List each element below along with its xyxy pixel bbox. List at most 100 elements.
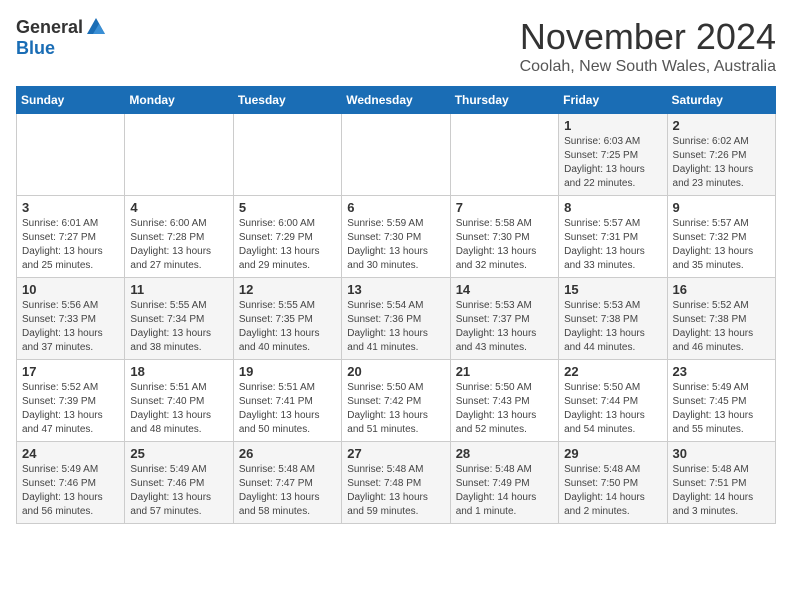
calendar-day-cell: 20 Sunrise: 5:50 AM Sunset: 7:42 PM Dayli…	[342, 360, 450, 442]
weekday-header: Monday	[125, 87, 233, 114]
day-info: Sunrise: 5:50 AM Sunset: 7:42 PM Dayligh…	[347, 381, 444, 437]
day-number: 13	[347, 282, 444, 297]
day-info: Sunrise: 5:51 AM Sunset: 7:40 PM Dayligh…	[130, 381, 227, 437]
day-info: Sunrise: 5:56 AM Sunset: 7:33 PM Dayligh…	[22, 299, 119, 355]
day-number: 20	[347, 364, 444, 379]
calendar-day-cell: 23 Sunrise: 5:49 AM Sunset: 7:45 PM Dayli…	[667, 360, 775, 442]
day-info: Sunrise: 5:51 AM Sunset: 7:41 PM Dayligh…	[239, 381, 336, 437]
day-info: Sunrise: 5:54 AM Sunset: 7:36 PM Dayligh…	[347, 299, 444, 355]
calendar-day-cell: 28Sunrise: 5:48 AM Sunset: 7:49 PM Dayli…	[450, 442, 558, 524]
weekday-header: Saturday	[667, 87, 775, 114]
day-info: Sunrise: 6:01 AM Sunset: 7:27 PM Dayligh…	[22, 217, 119, 273]
calendar-day-cell	[450, 114, 558, 196]
day-info: Sunrise: 5:48 AM Sunset: 7:47 PM Dayligh…	[239, 463, 336, 519]
day-info: Sunrise: 5:48 AM Sunset: 7:51 PM Dayligh…	[673, 463, 770, 519]
calendar-day-cell: 3 Sunrise: 6:01 AM Sunset: 7:27 PM Daylig…	[17, 196, 125, 278]
day-info: Sunrise: 5:58 AM Sunset: 7:30 PM Dayligh…	[456, 217, 553, 273]
day-info: Sunrise: 5:55 AM Sunset: 7:34 PM Dayligh…	[130, 299, 227, 355]
day-number: 23	[673, 364, 770, 379]
day-number: 30	[673, 446, 770, 461]
calendar-day-cell: 10 Sunrise: 5:56 AM Sunset: 7:33 PM Dayli…	[17, 278, 125, 360]
weekday-header: Thursday	[450, 87, 558, 114]
day-number: 16	[673, 282, 770, 297]
calendar-day-cell: 4 Sunrise: 6:00 AM Sunset: 7:28 PM Daylig…	[125, 196, 233, 278]
day-info: Sunrise: 5:52 AM Sunset: 7:39 PM Dayligh…	[22, 381, 119, 437]
calendar-day-cell: 11 Sunrise: 5:55 AM Sunset: 7:34 PM Dayli…	[125, 278, 233, 360]
day-number: 19	[239, 364, 336, 379]
day-number: 25	[130, 446, 227, 461]
calendar-day-cell	[125, 114, 233, 196]
day-number: 26	[239, 446, 336, 461]
day-number: 7	[456, 200, 553, 215]
month-title: November 2024	[520, 16, 776, 58]
logo-icon	[85, 16, 107, 38]
calendar-week-row: 3 Sunrise: 6:01 AM Sunset: 7:27 PM Daylig…	[17, 196, 776, 278]
day-number: 2	[673, 118, 770, 133]
day-info: Sunrise: 6:02 AM Sunset: 7:26 PM Dayligh…	[673, 135, 770, 191]
day-info: Sunrise: 5:52 AM Sunset: 7:38 PM Dayligh…	[673, 299, 770, 355]
day-info: Sunrise: 6:00 AM Sunset: 7:29 PM Dayligh…	[239, 217, 336, 273]
calendar-day-cell: 24 Sunrise: 5:49 AM Sunset: 7:46 PM Dayli…	[17, 442, 125, 524]
page-header: General Blue November 2024 Coolah, New S…	[16, 16, 776, 76]
calendar-day-cell: 16 Sunrise: 5:52 AM Sunset: 7:38 PM Dayli…	[667, 278, 775, 360]
calendar-day-cell: 9 Sunrise: 5:57 AM Sunset: 7:32 PM Daylig…	[667, 196, 775, 278]
day-info: Sunrise: 6:00 AM Sunset: 7:28 PM Dayligh…	[130, 217, 227, 273]
weekday-header: Sunday	[17, 87, 125, 114]
day-number: 27	[347, 446, 444, 461]
calendar-header-row: SundayMondayTuesdayWednesdayThursdayFrid…	[17, 87, 776, 114]
calendar-day-cell: 22 Sunrise: 5:50 AM Sunset: 7:44 PM Dayli…	[559, 360, 667, 442]
day-number: 12	[239, 282, 336, 297]
calendar-day-cell: 25 Sunrise: 5:49 AM Sunset: 7:46 PM Dayli…	[125, 442, 233, 524]
calendar-day-cell: 1 Sunrise: 6:03 AM Sunset: 7:25 PM Daylig…	[559, 114, 667, 196]
day-number: 29	[564, 446, 661, 461]
calendar-day-cell: 12 Sunrise: 5:55 AM Sunset: 7:35 PM Dayli…	[233, 278, 341, 360]
day-number: 4	[130, 200, 227, 215]
calendar-day-cell: 30 Sunrise: 5:48 AM Sunset: 7:51 PM Dayli…	[667, 442, 775, 524]
day-number: 11	[130, 282, 227, 297]
day-info: Sunrise: 5:57 AM Sunset: 7:31 PM Dayligh…	[564, 217, 661, 273]
calendar-week-row: 1 Sunrise: 6:03 AM Sunset: 7:25 PM Daylig…	[17, 114, 776, 196]
calendar-day-cell: 17Sunrise: 5:52 AM Sunset: 7:39 PM Dayli…	[17, 360, 125, 442]
day-number: 24	[22, 446, 119, 461]
day-number: 9	[673, 200, 770, 215]
day-number: 22	[564, 364, 661, 379]
calendar-table: SundayMondayTuesdayWednesdayThursdayFrid…	[16, 86, 776, 524]
day-number: 10	[22, 282, 119, 297]
day-info: Sunrise: 5:50 AM Sunset: 7:43 PM Dayligh…	[456, 381, 553, 437]
title-area: November 2024 Coolah, New South Wales, A…	[520, 16, 776, 76]
calendar-day-cell: 19 Sunrise: 5:51 AM Sunset: 7:41 PM Dayli…	[233, 360, 341, 442]
calendar-week-row: 17Sunrise: 5:52 AM Sunset: 7:39 PM Dayli…	[17, 360, 776, 442]
day-info: Sunrise: 5:48 AM Sunset: 7:50 PM Dayligh…	[564, 463, 661, 519]
calendar-day-cell: 5 Sunrise: 6:00 AM Sunset: 7:29 PM Daylig…	[233, 196, 341, 278]
weekday-header: Wednesday	[342, 87, 450, 114]
calendar-day-cell: 21 Sunrise: 5:50 AM Sunset: 7:43 PM Dayli…	[450, 360, 558, 442]
day-info: Sunrise: 5:49 AM Sunset: 7:46 PM Dayligh…	[22, 463, 119, 519]
day-info: Sunrise: 5:57 AM Sunset: 7:32 PM Dayligh…	[673, 217, 770, 273]
calendar-week-row: 24 Sunrise: 5:49 AM Sunset: 7:46 PM Dayli…	[17, 442, 776, 524]
day-info: Sunrise: 5:48 AM Sunset: 7:48 PM Dayligh…	[347, 463, 444, 519]
day-info: Sunrise: 5:50 AM Sunset: 7:44 PM Dayligh…	[564, 381, 661, 437]
day-info: Sunrise: 6:03 AM Sunset: 7:25 PM Dayligh…	[564, 135, 661, 191]
weekday-header: Tuesday	[233, 87, 341, 114]
day-info: Sunrise: 5:53 AM Sunset: 7:38 PM Dayligh…	[564, 299, 661, 355]
calendar-day-cell: 26 Sunrise: 5:48 AM Sunset: 7:47 PM Dayli…	[233, 442, 341, 524]
day-info: Sunrise: 5:49 AM Sunset: 7:45 PM Dayligh…	[673, 381, 770, 437]
day-number: 1	[564, 118, 661, 133]
day-number: 3	[22, 200, 119, 215]
calendar-day-cell: 29 Sunrise: 5:48 AM Sunset: 7:50 PM Dayli…	[559, 442, 667, 524]
calendar-day-cell: 8Sunrise: 5:57 AM Sunset: 7:31 PM Daylig…	[559, 196, 667, 278]
logo-blue-text: Blue	[16, 38, 55, 59]
day-info: Sunrise: 5:55 AM Sunset: 7:35 PM Dayligh…	[239, 299, 336, 355]
calendar-day-cell: 15Sunrise: 5:53 AM Sunset: 7:38 PM Dayli…	[559, 278, 667, 360]
calendar-day-cell: 13 Sunrise: 5:54 AM Sunset: 7:36 PM Dayli…	[342, 278, 450, 360]
calendar-day-cell: 14Sunrise: 5:53 AM Sunset: 7:37 PM Dayli…	[450, 278, 558, 360]
calendar-day-cell	[233, 114, 341, 196]
day-info: Sunrise: 5:49 AM Sunset: 7:46 PM Dayligh…	[130, 463, 227, 519]
calendar-day-cell: 6Sunrise: 5:59 AM Sunset: 7:30 PM Daylig…	[342, 196, 450, 278]
day-info: Sunrise: 5:59 AM Sunset: 7:30 PM Dayligh…	[347, 217, 444, 273]
day-number: 5	[239, 200, 336, 215]
calendar-day-cell: 27 Sunrise: 5:48 AM Sunset: 7:48 PM Dayli…	[342, 442, 450, 524]
logo-general-text: General	[16, 17, 83, 38]
calendar-day-cell: 18Sunrise: 5:51 AM Sunset: 7:40 PM Dayli…	[125, 360, 233, 442]
day-number: 21	[456, 364, 553, 379]
